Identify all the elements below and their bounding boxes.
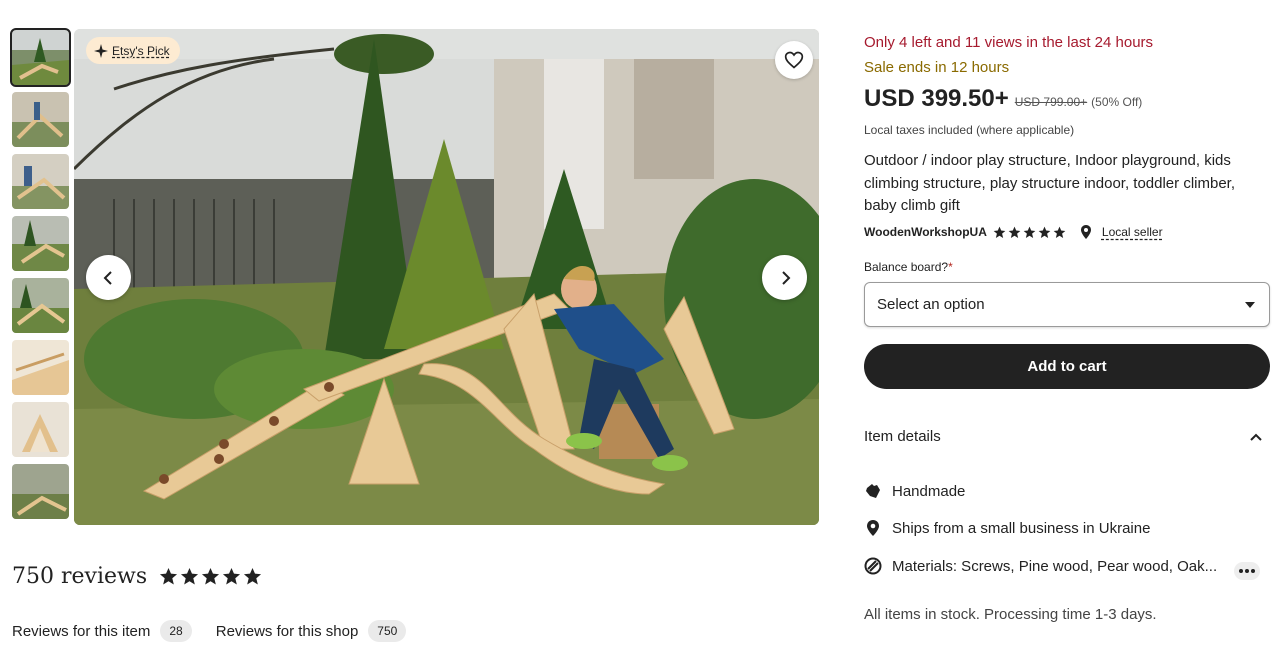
thumbnail[interactable] xyxy=(12,92,69,147)
reviews-header: 750 reviews xyxy=(12,564,262,589)
thumbnail[interactable] xyxy=(10,28,71,87)
thumbnail-strip xyxy=(10,28,71,526)
scarcity-message: Only 4 left and 11 views in the last 24 … xyxy=(864,34,1154,51)
detail-text: Handmade xyxy=(892,482,966,500)
reviews-count: 750 reviews xyxy=(12,564,148,589)
star-icon xyxy=(223,567,241,585)
star-icon xyxy=(1053,226,1066,238)
caret-down-icon xyxy=(1245,301,1255,308)
thumbnail[interactable] xyxy=(12,402,69,457)
tab-label: Reviews for this item xyxy=(12,622,151,640)
shop-row: WoodenWorkshopUA Local seller xyxy=(864,225,1163,239)
location-pin-icon xyxy=(867,520,879,536)
thumbnail[interactable] xyxy=(12,278,69,333)
tab-label: Reviews for this shop xyxy=(215,622,359,640)
review-tabs: Reviews for this item 28 Reviews for thi… xyxy=(12,620,430,642)
shop-name-link[interactable]: WoodenWorkshopUA xyxy=(864,225,987,239)
chevron-left-icon xyxy=(103,270,112,285)
thumbnail[interactable] xyxy=(12,216,69,271)
main-listing-image[interactable]: Etsy's Pick xyxy=(74,29,819,525)
materials-icon xyxy=(864,557,882,575)
chevron-up-icon xyxy=(1250,433,1262,441)
star-icon xyxy=(1023,226,1036,238)
thumbnail[interactable] xyxy=(12,464,69,519)
detail-ships-from: Ships from a small business in Ukraine xyxy=(864,519,1150,537)
dot xyxy=(1251,569,1255,573)
select-value: Select an option xyxy=(877,296,985,313)
variation-label: Balance board?* xyxy=(864,260,953,274)
star-icon xyxy=(1038,226,1051,238)
star-icon xyxy=(181,567,199,585)
balance-board-select[interactable]: Select an option xyxy=(864,282,1270,327)
stock-note: All items in stock. Processing time 1-3 … xyxy=(864,606,1157,623)
discount-percent: (50% Off) xyxy=(1091,95,1143,109)
location-pin-icon xyxy=(1080,225,1091,239)
heart-icon xyxy=(784,51,804,69)
detail-text: Materials: Screws, Pine wood, Pear wood,… xyxy=(892,557,1218,575)
star-icon xyxy=(160,567,178,585)
star-icon xyxy=(244,567,262,585)
tab-count-badge: 750 xyxy=(368,620,407,642)
chevron-right-icon xyxy=(781,270,790,285)
sparkle-icon xyxy=(94,43,108,58)
previous-image-button[interactable] xyxy=(86,255,131,300)
dot xyxy=(1245,569,1249,573)
detail-text: Ships from a small business in Ukraine xyxy=(892,519,1151,537)
variation-label-text: Balance board? xyxy=(864,260,949,274)
product-photo xyxy=(74,29,819,525)
etsys-pick-badge[interactable]: Etsy's Pick xyxy=(86,37,180,64)
thumbnail[interactable] xyxy=(12,154,69,209)
more-materials-button[interactable] xyxy=(1234,562,1260,580)
detail-materials: Materials: Screws, Pine wood, Pear wood,… xyxy=(864,557,1217,575)
item-details-heading: Item details xyxy=(864,428,941,445)
price-row: USD 399.50+ USD 799.00+ (50% Off) xyxy=(864,85,1142,113)
dot xyxy=(1239,569,1243,573)
required-mark: * xyxy=(948,260,953,274)
badge-label: Etsy's Pick xyxy=(112,43,170,58)
listing-title: Outdoor / indoor play structure, Indoor … xyxy=(864,152,1235,214)
tab-count-badge: 28 xyxy=(160,620,192,642)
star-icon xyxy=(202,567,220,585)
tab-reviews-item[interactable]: Reviews for this item 28 xyxy=(12,620,192,642)
star-icon xyxy=(1008,226,1021,238)
local-seller-link[interactable]: Local seller xyxy=(1102,225,1163,239)
review-stars xyxy=(159,567,262,586)
star-icon xyxy=(993,226,1006,238)
shop-rating-stars xyxy=(993,226,1066,239)
favorite-button[interactable] xyxy=(775,41,813,79)
thumbnail[interactable] xyxy=(12,340,69,395)
taxes-note: Local taxes included (where applicable) xyxy=(864,123,1075,137)
next-image-button[interactable] xyxy=(762,255,807,300)
detail-handmade: Handmade xyxy=(864,482,965,500)
original-price: USD 799.00+ xyxy=(1014,95,1088,109)
hand-icon xyxy=(866,484,880,498)
item-details-toggle[interactable]: Item details xyxy=(864,428,1270,445)
sale-price: USD 399.50+ xyxy=(864,85,1009,112)
tab-reviews-shop[interactable]: Reviews for this shop 750 xyxy=(216,620,407,642)
sale-ends-message: Sale ends in 12 hours xyxy=(864,59,1010,76)
add-to-cart-button[interactable]: Add to cart xyxy=(864,344,1270,389)
